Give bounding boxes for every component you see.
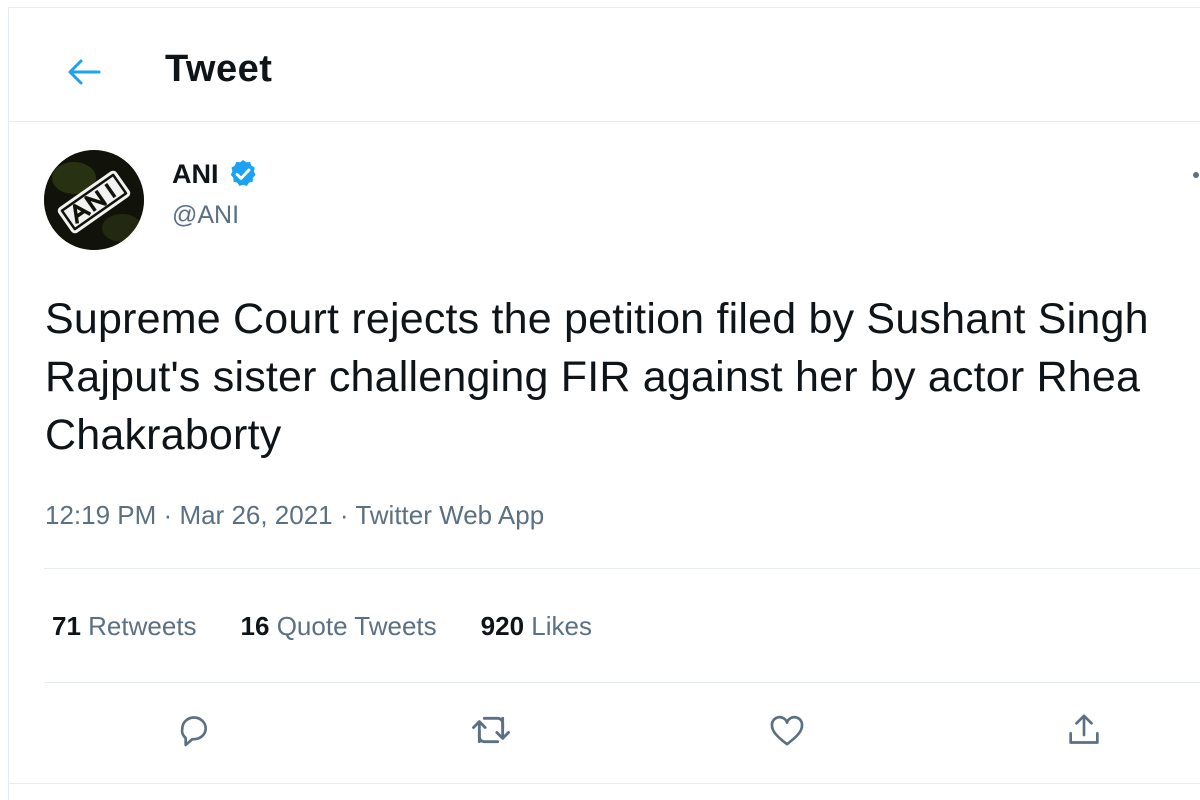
reply-button[interactable]	[164, 700, 224, 760]
retweets-label: Retweets	[88, 611, 197, 641]
likes-count: 920	[480, 611, 525, 641]
like-icon	[770, 715, 804, 746]
author-handle[interactable]: @ANI	[172, 201, 239, 230]
share-icon	[1069, 714, 1099, 744]
tweet-actions	[0, 700, 1200, 770]
retweets-stat[interactable]: 71 Retweets	[52, 611, 197, 642]
retweet-button[interactable]	[461, 700, 521, 760]
more-options-icon[interactable]	[1193, 172, 1199, 178]
verified-badge-icon	[230, 160, 256, 186]
author-name-row: ANI	[172, 158, 259, 190]
back-arrow-icon	[68, 59, 101, 85]
tweet-source[interactable]: Twitter Web App	[355, 500, 544, 530]
ani-logo-avatar	[44, 150, 144, 250]
tweet-stats: 71 Retweets 16 Quote Tweets 920 Likes	[52, 611, 592, 642]
page-title: Tweet	[165, 48, 273, 90]
reply-icon	[180, 716, 207, 747]
meta-separator: ·	[163, 500, 173, 530]
divider	[44, 568, 1200, 569]
retweets-count: 71	[52, 611, 81, 641]
tweet-time[interactable]: 12:19 PM	[45, 500, 156, 530]
meta-separator: ·	[339, 500, 349, 530]
divider	[8, 783, 1200, 784]
avatar[interactable]	[44, 150, 144, 250]
tweet-text: Supreme Court rejects the petition filed…	[45, 295, 1149, 459]
share-button[interactable]	[1054, 700, 1114, 760]
tweet-date[interactable]: Mar 26, 2021	[179, 500, 332, 530]
retweet-icon	[472, 716, 510, 744]
quote-tweets-stat[interactable]: 16 Quote Tweets	[241, 611, 437, 642]
like-button[interactable]	[757, 700, 817, 760]
quotes-count: 16	[240, 611, 270, 641]
likes-stat[interactable]: 920 Likes	[481, 611, 592, 642]
divider	[44, 682, 1200, 683]
likes-label: Likes	[531, 611, 592, 641]
author-name[interactable]: ANI	[172, 159, 219, 190]
quotes-label: Quote Tweets	[276, 611, 437, 641]
tweet-meta: 12:19 PM · Mar 26, 2021 · Twitter Web Ap…	[45, 500, 544, 531]
tweet-header: Tweet	[8, 8, 1200, 122]
back-button[interactable]	[54, 46, 114, 98]
